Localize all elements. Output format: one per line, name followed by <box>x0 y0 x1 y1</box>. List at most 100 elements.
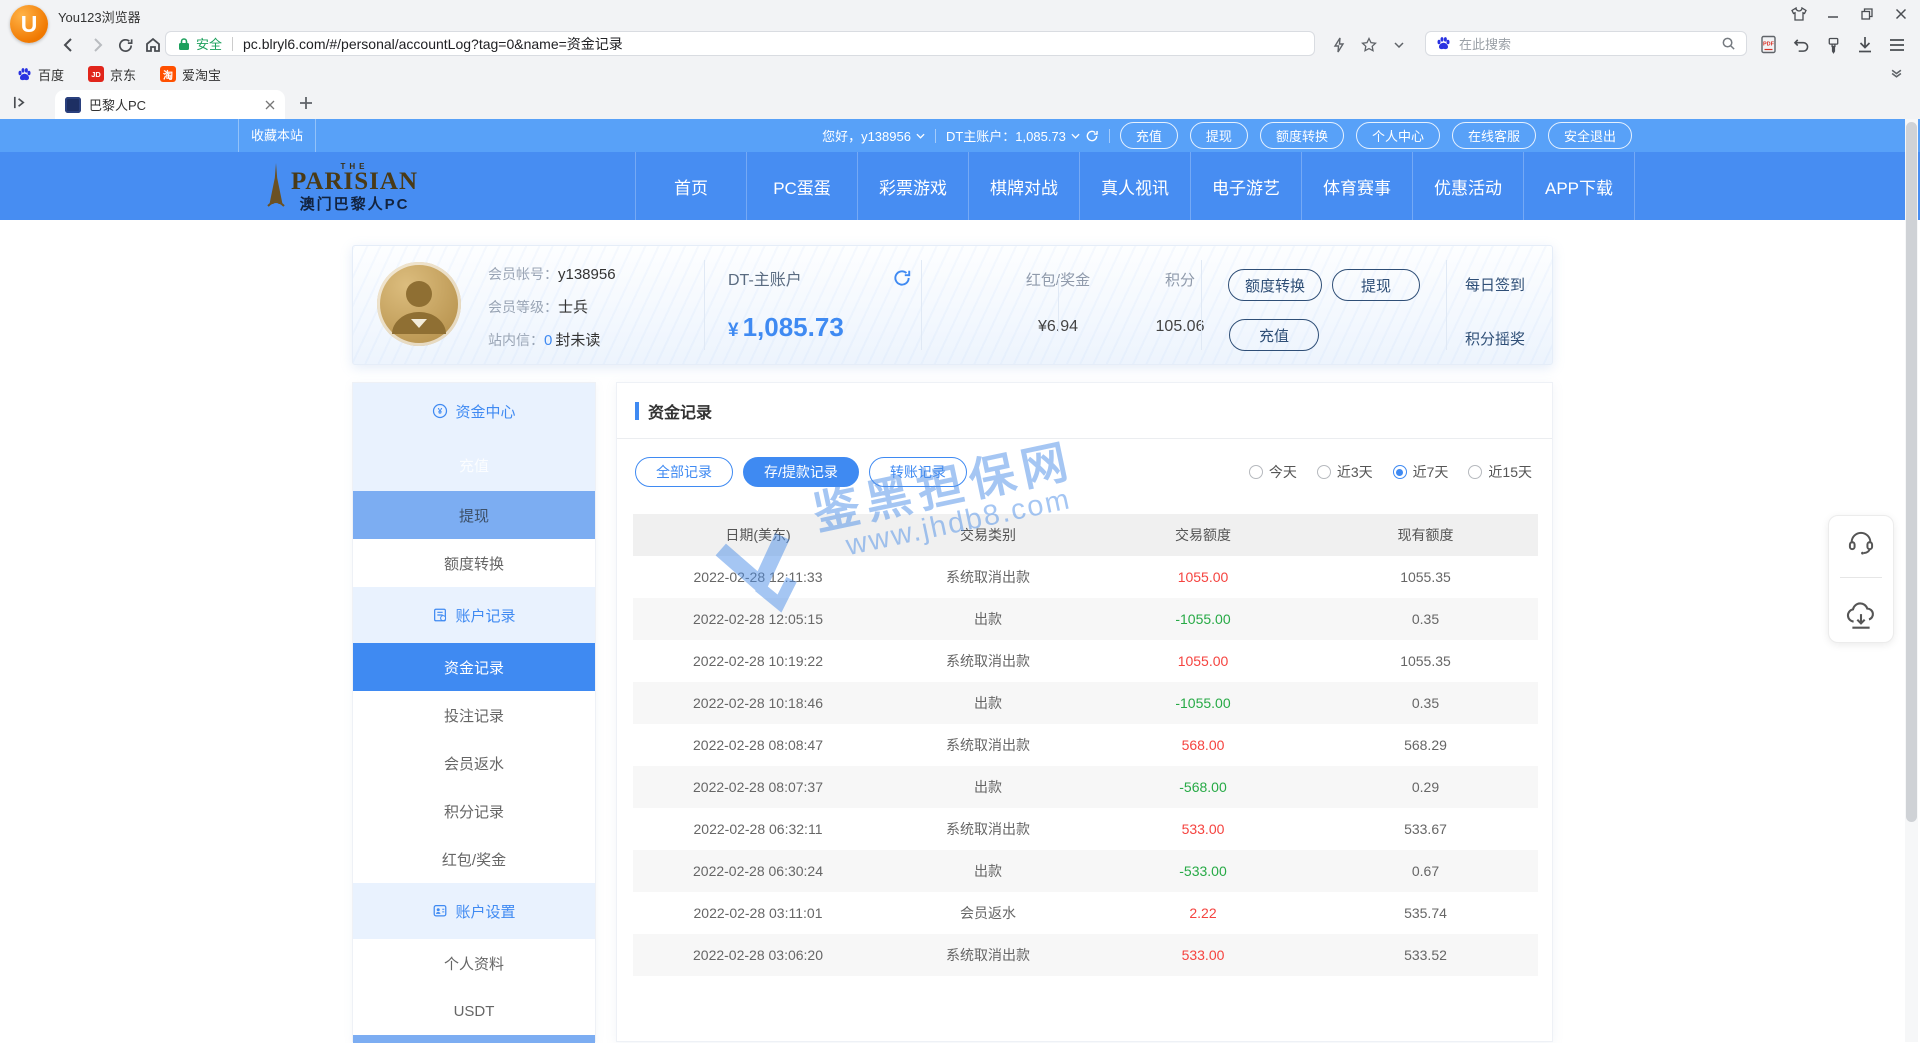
transfer-quota-button[interactable]: 额度转换 <box>1228 269 1322 301</box>
bookmarks-collapse-icon[interactable] <box>1891 68 1902 79</box>
filter-all[interactable]: 全部记录 <box>635 457 733 487</box>
scrollbar-track[interactable] <box>1905 119 1918 1042</box>
main-nav: THE PARISIAN 澳门巴黎人PC 首页PC蛋蛋彩票游戏棋牌对战真人视讯电… <box>0 152 1920 220</box>
date-range-radio[interactable]: 今天 <box>1249 462 1297 482</box>
daily-checkin-link[interactable]: 每日签到 <box>1465 274 1525 295</box>
sidebar-item-points-records[interactable]: 积分记录 <box>353 787 595 835</box>
card-divider <box>704 260 705 350</box>
sidebar-item-fund-records[interactable]: 资金记录 <box>353 643 595 691</box>
taobao-icon: 淘 <box>160 66 176 82</box>
user-greeting[interactable]: 您好，y138956 <box>822 126 925 145</box>
nav-menu-item[interactable]: 电子游艺 <box>1190 152 1301 220</box>
nav-menu-item[interactable]: 棋牌对战 <box>968 152 1079 220</box>
filter-transfer[interactable]: 转账记录 <box>869 457 967 487</box>
sidebar-item-member-rebate[interactable]: 会员返水 <box>353 739 595 787</box>
nav-menu-item[interactable]: PC蛋蛋 <box>746 152 857 220</box>
radio-icon <box>1317 465 1331 479</box>
floating-toolbar <box>1828 515 1894 643</box>
nav-menu-item[interactable]: 真人视讯 <box>1079 152 1190 220</box>
minimize-button[interactable] <box>1822 3 1844 25</box>
eiffel-tower-icon <box>266 162 286 210</box>
undo-icon[interactable] <box>1790 34 1812 56</box>
scrollbar-thumb[interactable] <box>1906 122 1917 822</box>
bookmark-item[interactable]: 百度 <box>16 65 64 84</box>
flash-icon[interactable] <box>1328 34 1350 56</box>
browser-logo-icon: U <box>10 5 48 43</box>
table-row: 2022-02-28 12:05:15出款-1055.000.35 <box>633 598 1538 640</box>
greeting-text: 您好，y138956 <box>822 126 911 145</box>
topbar-button[interactable]: 提现 <box>1190 122 1248 149</box>
tab-bar: 巴黎人PC <box>0 88 1920 119</box>
cloud-download-icon[interactable] <box>1845 601 1877 631</box>
deposit-button[interactable]: 充值 <box>1229 319 1319 351</box>
bookmark-item[interactable]: JD京东 <box>88 65 136 84</box>
sidebar-group-account-records[interactable]: 账户记录 <box>353 587 595 643</box>
withdraw-button[interactable]: 提现 <box>1332 269 1420 301</box>
baidu-icon <box>1436 36 1451 51</box>
urlbar-chevron-icon[interactable] <box>1388 34 1410 56</box>
nav-menu-item[interactable]: 首页 <box>635 152 746 220</box>
date-range-radio[interactable]: 近15天 <box>1468 462 1532 482</box>
table-header: 日期(美东)交易类别交易额度现有额度 <box>633 514 1538 556</box>
table-row: 2022-02-28 08:08:47系统取消出款568.00568.29 <box>633 724 1538 766</box>
search-icon[interactable] <box>1721 36 1736 51</box>
sidebar-item-bonus[interactable]: 红包/奖金 <box>353 835 595 883</box>
nav-menu-item[interactable]: 彩票游戏 <box>857 152 968 220</box>
theme-icon[interactable] <box>1788 3 1810 25</box>
pdf-icon[interactable]: PDF <box>1758 34 1780 56</box>
filter-deposit-withdraw[interactable]: 存/提款记录 <box>743 457 859 487</box>
nav-menu-item[interactable]: 体育赛事 <box>1301 152 1412 220</box>
customer-service-icon[interactable] <box>1846 527 1876 555</box>
nav-menu-item[interactable]: APP下载 <box>1523 152 1635 220</box>
wallet-refresh-icon[interactable] <box>892 268 912 288</box>
date-range-radio[interactable]: 近3天 <box>1317 462 1373 482</box>
card-divider <box>1201 260 1202 350</box>
cleaner-icon[interactable] <box>1822 34 1844 56</box>
topbar-button[interactable]: 个人中心 <box>1356 122 1440 149</box>
url-bar[interactable]: 安全 pc.blryl6.com/#/personal/accountLog?t… <box>165 31 1315 56</box>
restore-button[interactable] <box>1856 3 1878 25</box>
sidebar-item-withdraw[interactable]: 提现 <box>353 491 595 539</box>
cell-type: 出款 <box>883 693 1093 713</box>
search-placeholder: 在此搜索 <box>1459 34 1713 53</box>
inbox-row[interactable]: 站内信：0封未读 <box>488 324 616 357</box>
back-icon[interactable] <box>58 34 80 56</box>
cell-date: 2022-02-28 06:32:11 <box>633 821 883 837</box>
site-logo[interactable]: THE PARISIAN 澳门巴黎人PC <box>266 162 418 214</box>
tab-close-icon[interactable] <box>265 100 275 110</box>
sidebar-item-personal-info[interactable]: 个人资料 <box>353 939 595 987</box>
bookmark-label: 百度 <box>38 65 64 84</box>
nav-menu-item[interactable]: 优惠活动 <box>1412 152 1523 220</box>
search-box[interactable]: 在此搜索 <box>1425 31 1747 56</box>
topbar-button[interactable]: 额度转换 <box>1260 122 1344 149</box>
cell-amount: 533.00 <box>1093 947 1313 963</box>
close-button[interactable] <box>1890 3 1912 25</box>
new-tab-icon[interactable] <box>298 95 314 111</box>
download-icon[interactable] <box>1854 34 1876 56</box>
topbar-button[interactable]: 安全退出 <box>1548 122 1632 149</box>
points-lottery-link[interactable]: 积分摇奖 <box>1465 328 1525 349</box>
home-icon[interactable] <box>142 34 164 56</box>
menu-icon[interactable] <box>1886 34 1908 56</box>
sidebar-item-quota-transfer[interactable]: 额度转换 <box>353 539 595 587</box>
cell-date: 2022-02-28 08:08:47 <box>633 737 883 753</box>
sidebar-toggle-icon[interactable] <box>12 95 27 110</box>
browser-tab[interactable]: 巴黎人PC <box>55 90 285 119</box>
date-range-radio[interactable]: 近7天 <box>1393 462 1449 482</box>
cell-type: 会员返水 <box>883 903 1093 923</box>
sidebar-group-funds-center[interactable]: ¥资金中心 <box>353 383 595 439</box>
sidebar-group-account-settings[interactable]: 账户设置 <box>353 883 595 939</box>
sidebar-item-bet-records[interactable]: 投注记录 <box>353 691 595 739</box>
topbar-button[interactable]: 在线客服 <box>1452 122 1536 149</box>
bookmark-item[interactable]: 淘爱淘宝 <box>160 65 221 84</box>
sidebar-item-usdt[interactable]: USDT <box>353 987 595 1035</box>
titlebar: You123浏览器 <box>0 0 1920 28</box>
refresh-icon[interactable] <box>114 34 136 56</box>
favorite-site-link[interactable]: 收藏本站 <box>238 119 316 152</box>
cell-amount: 1055.00 <box>1093 569 1313 585</box>
topbar-button[interactable]: 充值 <box>1120 122 1178 149</box>
forward-icon[interactable] <box>86 34 108 56</box>
bookmark-star-icon[interactable] <box>1358 34 1380 56</box>
sidebar-item-deposit[interactable]: 充值 <box>353 439 595 491</box>
main-account[interactable]: DT主账户：1,085.73 <box>946 126 1099 145</box>
